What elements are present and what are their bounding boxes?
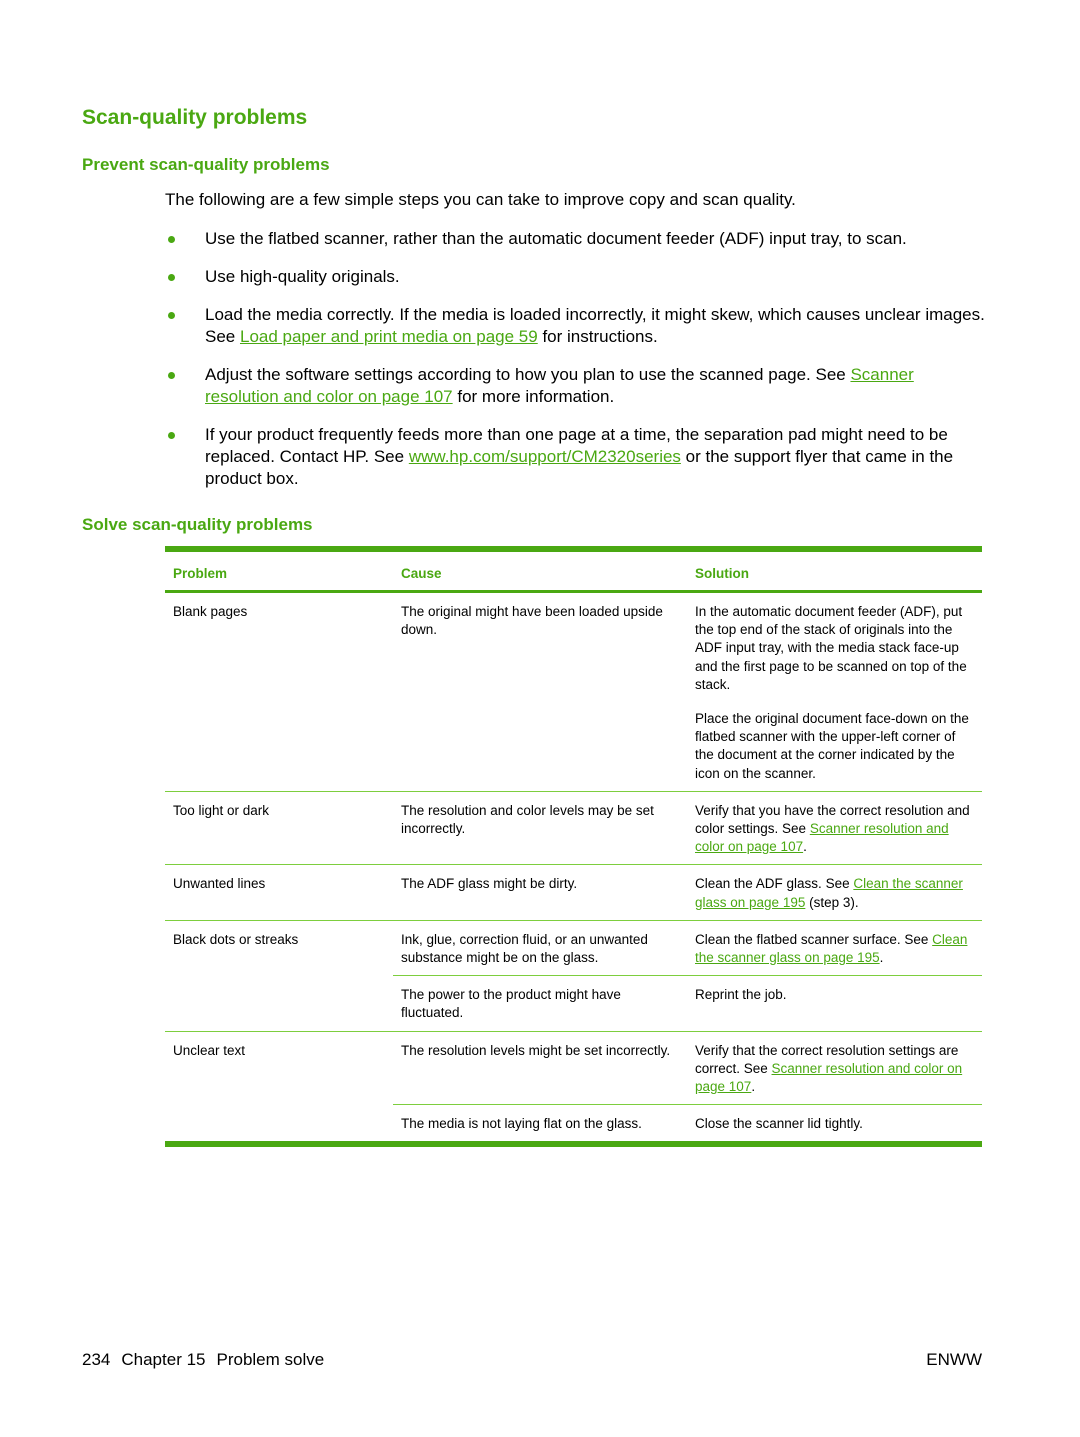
column-header-problem: Problem bbox=[165, 546, 393, 593]
cause-cell: The resolution and color levels may be s… bbox=[393, 791, 687, 866]
problem-cell: Black dots or streaks bbox=[165, 920, 393, 1032]
table-row: Blank pages The original might have been… bbox=[165, 591, 982, 792]
cause-cell: The original might have been loaded upsi… bbox=[393, 591, 687, 792]
table-row: Unwanted lines The ADF glass might be di… bbox=[165, 864, 982, 921]
table-row: Unclear text The resolution levels might… bbox=[165, 1031, 982, 1148]
footer-right: ENWW bbox=[926, 1350, 982, 1369]
cause-cell: The ADF glass might be dirty. bbox=[393, 864, 687, 921]
solution-cell: Verify that the correct resolution setti… bbox=[687, 1031, 982, 1106]
hp-support-link[interactable]: www.hp.com/support/CM2320series bbox=[409, 447, 681, 466]
section-label: Problem solve bbox=[216, 1350, 325, 1369]
solution-cell: Reprint the job. bbox=[687, 975, 982, 1032]
solution-cell: In the automatic document feeder (ADF), … bbox=[687, 591, 982, 792]
intro-text: The following are a few simple steps you… bbox=[165, 190, 796, 209]
chapter-label: Chapter 15 bbox=[121, 1350, 206, 1369]
solution-cell: Clean the flatbed scanner surface. See C… bbox=[687, 920, 982, 977]
solution-cell: Clean the ADF glass. See Clean the scann… bbox=[687, 864, 982, 921]
cause-cell: Ink, glue, correction fluid, or an unwan… bbox=[393, 920, 687, 977]
cause-cell: The resolution levels might be set incor… bbox=[393, 1031, 687, 1106]
bullet-item: Load the media correctly. If the media i… bbox=[165, 304, 985, 348]
solution-cell: Close the scanner lid tightly. bbox=[687, 1104, 982, 1148]
cause-cell: The media is not laying flat on the glas… bbox=[393, 1104, 687, 1148]
bullet-icon bbox=[168, 236, 175, 243]
page-title: Scan-quality problems bbox=[82, 106, 308, 129]
bullet-icon bbox=[168, 432, 175, 439]
prevent-heading: Prevent scan-quality problems bbox=[82, 155, 330, 174]
column-header-cause: Cause bbox=[393, 546, 687, 593]
cause-cell: The power to the product might have fluc… bbox=[393, 975, 687, 1032]
problems-table: Problem Cause Solution Blank pages The o… bbox=[165, 546, 982, 1148]
problem-cell: Too light or dark bbox=[165, 791, 393, 866]
table-row: Black dots or streaks Ink, glue, correct… bbox=[165, 920, 982, 1032]
problem-cell: Blank pages bbox=[165, 591, 393, 792]
load-paper-link[interactable]: Load paper and print media on page 59 bbox=[240, 327, 538, 346]
bullet-item: Adjust the software settings according t… bbox=[165, 364, 985, 408]
bullet-item: Use the flatbed scanner, rather than the… bbox=[165, 228, 985, 250]
page-footer: 234 Chapter 15 Problem solve ENWW bbox=[82, 1350, 982, 1370]
bullet-item: Use high-quality originals. bbox=[165, 266, 985, 288]
bullet-icon bbox=[168, 372, 175, 379]
problem-cell: Unwanted lines bbox=[165, 864, 393, 921]
page-number: 234 bbox=[82, 1350, 111, 1369]
bullet-item: If your product frequently feeds more th… bbox=[165, 424, 985, 490]
solve-heading: Solve scan-quality problems bbox=[82, 515, 313, 534]
problem-cell: Unclear text bbox=[165, 1031, 393, 1148]
column-header-solution: Solution bbox=[687, 546, 982, 593]
bullet-icon bbox=[168, 312, 175, 319]
bullet-icon bbox=[168, 274, 175, 281]
prevent-bullet-list: Use the flatbed scanner, rather than the… bbox=[165, 228, 985, 506]
solution-cell: Verify that you have the correct resolut… bbox=[687, 791, 982, 866]
table-header-row: Problem Cause Solution bbox=[165, 546, 982, 593]
table-row: Too light or dark The resolution and col… bbox=[165, 791, 982, 866]
footer-left: 234 Chapter 15 Problem solve bbox=[82, 1350, 335, 1370]
